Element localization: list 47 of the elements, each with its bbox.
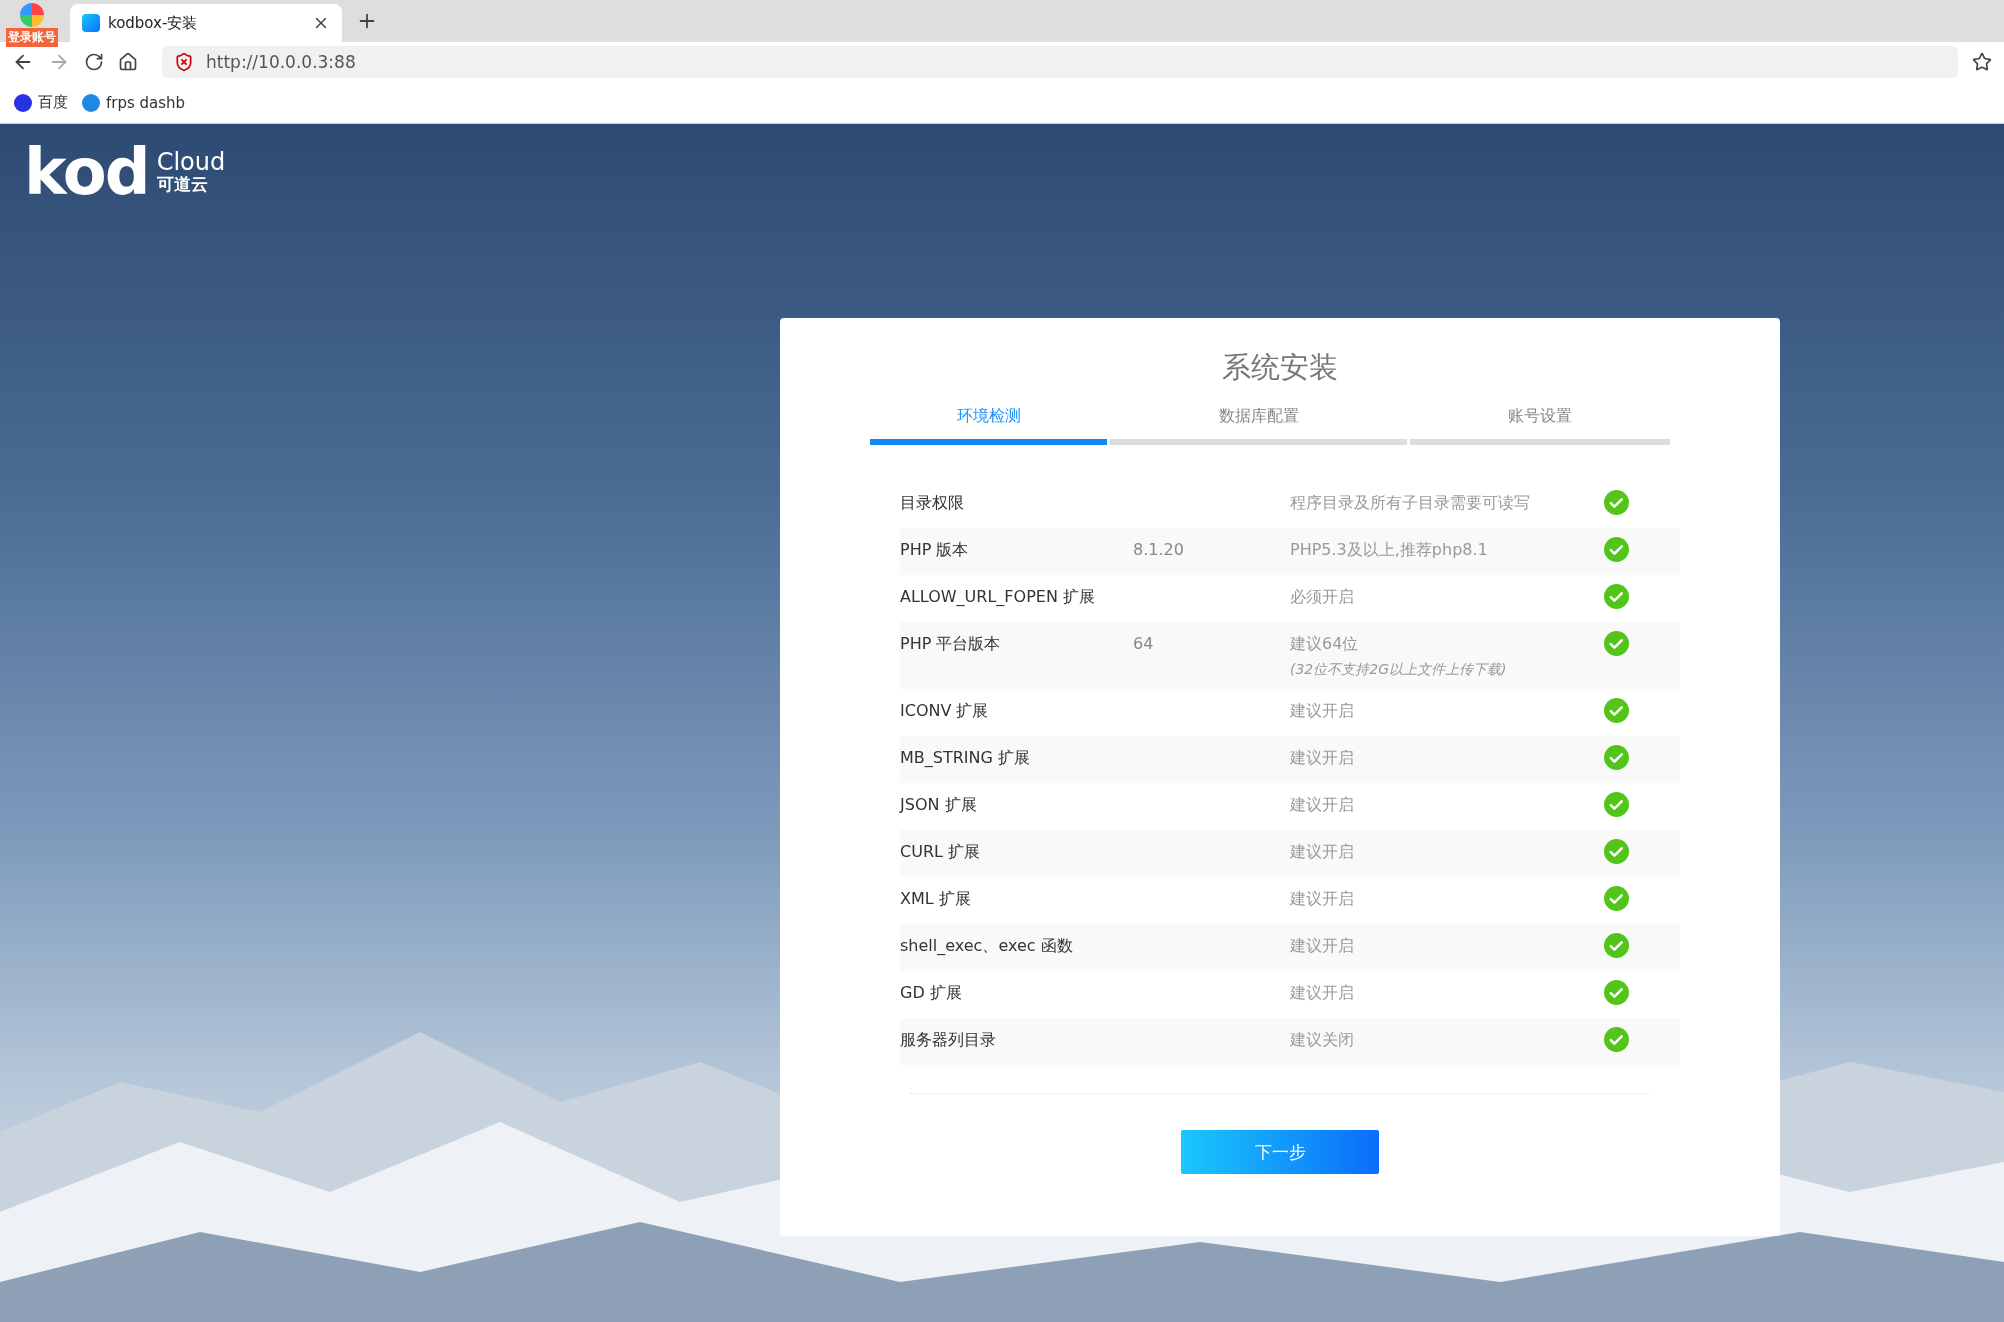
address-bar[interactable]: http://10.0.0.3:88 [162, 46, 1958, 78]
profile-icon[interactable] [20, 3, 44, 27]
step-tab[interactable]: 数据库配置 [1110, 406, 1407, 445]
card-title: 系统安装 [1222, 349, 1338, 386]
check-requirement: 建议开启 [1290, 795, 1355, 816]
star-icon[interactable] [1972, 52, 1992, 72]
check-name: ALLOW_URL_FOPEN 扩展 [900, 587, 1096, 608]
check-name: CURL 扩展 [900, 842, 981, 863]
login-badge: 登录账号 [6, 28, 58, 47]
check-requirement: 程序目录及所有子目录需要可读写 [1290, 493, 1531, 514]
check-value: 8.1.20 [1133, 540, 1185, 559]
check-requirement: 建议开启 [1290, 701, 1355, 722]
check-name: JSON 扩展 [900, 795, 978, 816]
shield-icon [174, 52, 194, 72]
check-requirement: 建议开启 [1290, 889, 1355, 910]
logo-wordmark: kod [24, 140, 149, 204]
tab-title: kodbox-安装 [108, 13, 199, 33]
check-name: 目录权限 [900, 493, 965, 514]
reload-icon[interactable] [84, 52, 104, 72]
step-tab[interactable]: 账号设置 [1410, 406, 1670, 445]
favicon-icon [82, 14, 100, 32]
check-note: (32位不支持2G以上文件上传下载) [1290, 661, 1508, 679]
check-requirement: 建议关闭 [1290, 1030, 1355, 1051]
home-icon[interactable] [118, 52, 138, 72]
bookmark-link[interactable]: 百度 [14, 93, 68, 112]
step-tab[interactable]: 环境检测 [870, 406, 1107, 445]
check-value: 64 [1133, 634, 1155, 653]
check-requirement: 必须开启 [1290, 587, 1355, 608]
check-requirement: 建议开启 [1290, 748, 1355, 769]
logo-subtitle: 可道云 [156, 175, 209, 194]
logo-text: Cloud [156, 150, 226, 176]
bookmark-link[interactable]: frps dashb [82, 93, 186, 112]
url-text: http://10.0.0.3:88 [206, 52, 356, 72]
check-name: 服务器列目录 [900, 1030, 997, 1051]
check-name: MB_STRING 扩展 [900, 748, 1031, 769]
check-requirement: 建议64位 [1290, 634, 1360, 655]
check-name: shell_exec、exec 函数 [900, 936, 1074, 957]
check-requirement: 建议开启 [1290, 936, 1355, 957]
check-name: PHP 平台版本 [900, 634, 1002, 655]
browser-tab[interactable]: kodbox-安装 [70, 4, 342, 42]
check-name: PHP 版本 [900, 540, 970, 561]
check-requirement: 建议开启 [1290, 983, 1355, 1004]
check-requirement: PHP5.3及以上,推荐php8.1 [1290, 540, 1489, 561]
check-requirement: 建议开启 [1290, 842, 1355, 863]
check-name: ICONV 扩展 [900, 701, 990, 722]
check-name: XML 扩展 [900, 889, 972, 910]
check-name: GD 扩展 [900, 983, 963, 1004]
